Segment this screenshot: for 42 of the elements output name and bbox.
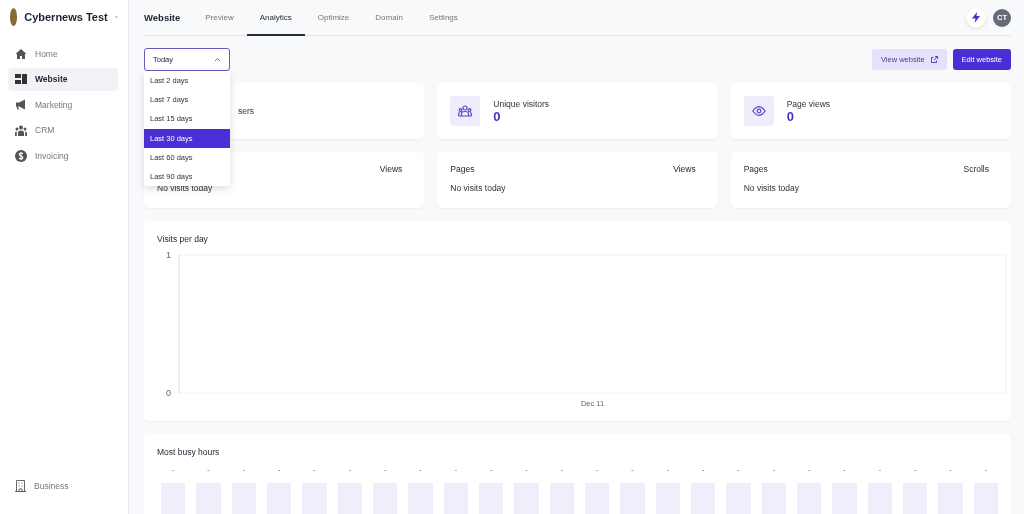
tab[interactable]: Analytics: [246, 0, 305, 36]
page-title: Website: [144, 12, 181, 23]
people-icon: [15, 124, 27, 136]
layout-icon: [15, 74, 27, 85]
external-link-icon: [930, 56, 938, 63]
tab[interactable]: Preview: [192, 0, 247, 36]
building-icon: [15, 479, 26, 492]
workspace-name: Cybernews Test: [24, 11, 108, 23]
empty-message: No visits today: [450, 183, 507, 193]
home-icon: [15, 47, 27, 60]
stat-label: Page views: [786, 98, 831, 109]
sidebar-item[interactable]: Marketing: [8, 93, 118, 117]
lightning-icon: [972, 12, 980, 23]
eye-icon: [751, 106, 766, 116]
sidebar-item[interactable]: Home: [8, 42, 118, 65]
y-tick-label: 1: [166, 251, 171, 260]
sidebar-item[interactable]: Business: [8, 474, 118, 498]
stat-value: 0: [786, 108, 794, 124]
chart-title: Most busy hours: [157, 447, 221, 457]
lightning-button[interactable]: [966, 7, 986, 28]
column-header: Pages: [450, 164, 475, 174]
empty-message: No visits today: [743, 183, 800, 193]
stat-value: 0: [493, 108, 501, 124]
column-header: Views: [379, 164, 403, 174]
dollar-icon: [15, 149, 27, 162]
column-header: Pages: [743, 164, 768, 174]
tab[interactable]: Settings: [415, 0, 471, 36]
sidebar-item[interactable]: CRM: [8, 118, 118, 142]
column-header: Scrolls: [963, 164, 989, 174]
tab[interactable]: Domain: [362, 0, 416, 36]
stat-label: sers: [238, 106, 255, 116]
people-icon: [458, 105, 473, 117]
y-tick-label: 0: [166, 388, 171, 398]
megaphone-icon: [15, 99, 27, 111]
avatar-placeholder: [10, 8, 18, 26]
tab[interactable]: Optimize: [304, 0, 363, 36]
stat-label: Unique visitors: [493, 98, 550, 109]
sidebar-item[interactable]: Invoicing: [8, 144, 118, 168]
sidebar-item[interactable]: Website: [8, 67, 118, 91]
chevron-up-icon: [214, 57, 221, 62]
chart-title: Visits per day: [157, 234, 209, 244]
column-header: Views: [673, 164, 696, 174]
